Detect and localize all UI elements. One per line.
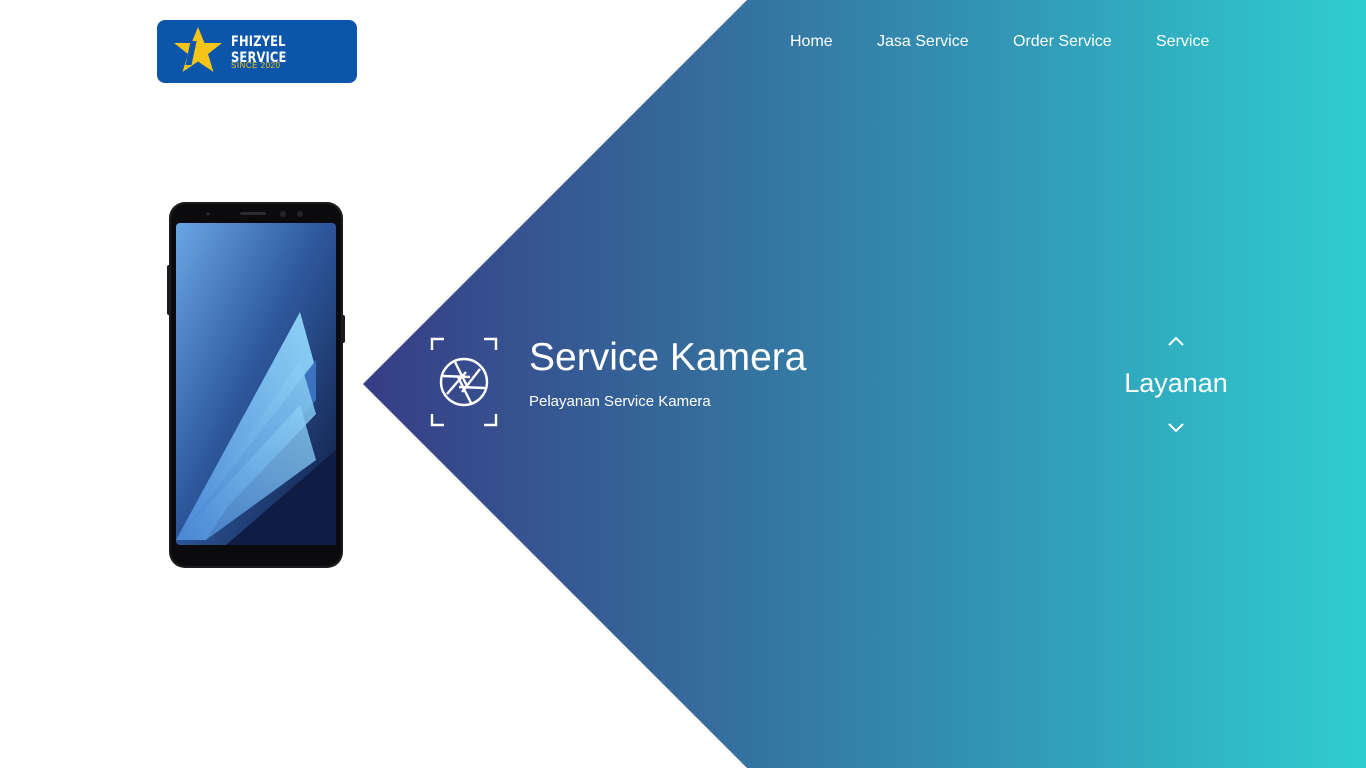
camera-aperture-icon [430, 337, 498, 427]
slider-label: Layanan [1124, 368, 1228, 398]
nav-jasa-service[interactable]: Jasa Service [877, 33, 969, 51]
brand-since: SINCE 2020 [231, 61, 281, 70]
hero-subtitle: Pelayanan Service Kamera [529, 393, 711, 410]
chevron-up-icon[interactable] [1166, 334, 1186, 348]
main-nav: Home Jasa Service Order Service Service [0, 33, 1366, 53]
smartphone-image [167, 202, 345, 568]
nav-service[interactable]: Service [1156, 33, 1209, 51]
nav-home[interactable]: Home [790, 33, 833, 51]
nav-order-service[interactable]: Order Service [1013, 33, 1112, 51]
chevron-down-icon[interactable] [1166, 421, 1186, 435]
hero-title: Service Kamera [529, 336, 807, 379]
